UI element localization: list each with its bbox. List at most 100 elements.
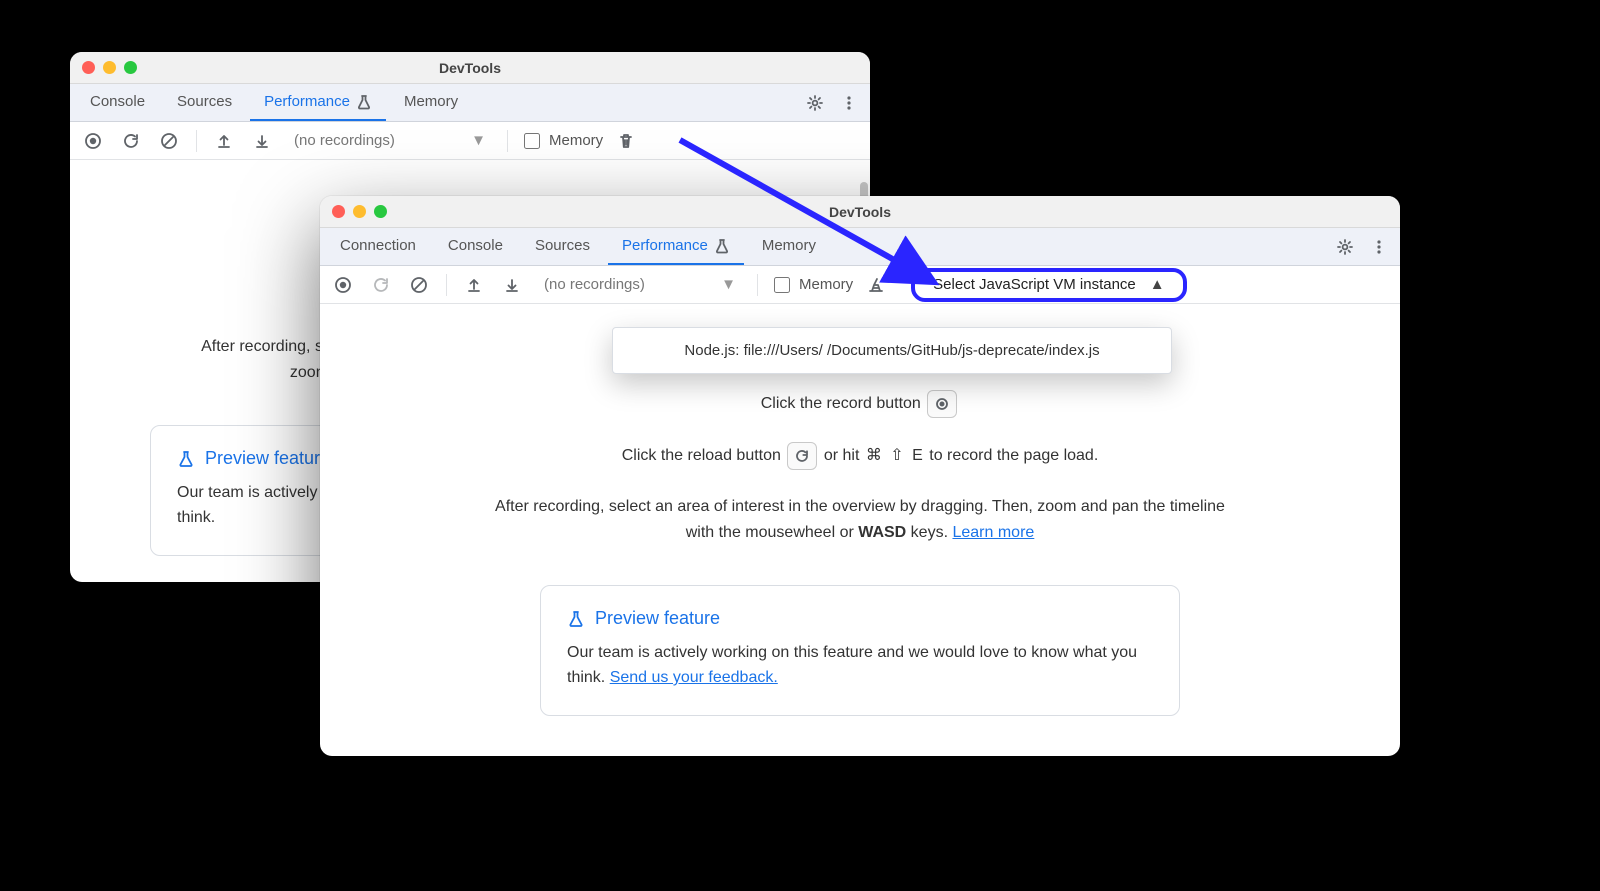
tab-connection[interactable]: Connection (326, 228, 430, 265)
performance-toolbar: (no recordings) ▼ Memory (70, 122, 870, 160)
minimize-window-button[interactable] (353, 205, 366, 218)
window-title: DevTools (70, 60, 870, 76)
wasd-keys: WASD (858, 524, 906, 541)
trash-icon (617, 132, 635, 150)
tab-strip: Connection Console Sources Performance M… (320, 228, 1400, 266)
vm-instance-dropdown: Node.js: file:///Users/ /Documents/GitHu… (612, 327, 1172, 374)
close-window-button[interactable] (82, 61, 95, 74)
tab-sources[interactable]: Sources (163, 84, 246, 121)
learn-more-link[interactable]: Learn more (952, 524, 1034, 541)
flask-icon (567, 610, 585, 628)
vm-instance-select[interactable]: Select JavaScript VM instance ▲ (911, 268, 1186, 302)
tab-label: Connection (340, 237, 416, 254)
tab-label: Memory (762, 237, 816, 254)
key-cmd: ⌘ (866, 445, 882, 465)
settings-button[interactable] (800, 88, 830, 118)
reload-record-button[interactable] (366, 270, 396, 300)
upload-profile-button[interactable] (209, 126, 239, 156)
minimize-window-button[interactable] (103, 61, 116, 74)
download-profile-button[interactable] (497, 270, 527, 300)
chevron-down-icon: ▼ (721, 276, 736, 293)
triangle-up-icon: ▲ (1150, 276, 1165, 293)
clear-icon (160, 132, 178, 150)
download-profile-button[interactable] (247, 126, 277, 156)
reload-icon-keycap (787, 442, 817, 470)
tab-strip: Console Sources Performance Memory (70, 84, 870, 122)
tab-sources[interactable]: Sources (521, 228, 604, 265)
recordings-select-value: (no recordings) (544, 276, 645, 293)
delete-button[interactable] (611, 126, 641, 156)
devtools-window-front: DevTools Connection Console Sources Perf… (320, 196, 1400, 756)
recordings-select-value: (no recordings) (294, 132, 395, 149)
preview-feature-heading-text: Preview feature (595, 608, 720, 629)
tab-label: Sources (177, 93, 232, 110)
tab-label: Console (90, 93, 145, 110)
record-button[interactable] (78, 126, 108, 156)
more-menu-button[interactable] (1364, 232, 1394, 262)
flask-icon (177, 450, 195, 468)
tab-label: Console (448, 237, 503, 254)
memory-checkbox-label: Memory (799, 276, 853, 293)
reload-icon (122, 132, 140, 150)
window-controls (70, 61, 137, 74)
window-title: DevTools (320, 204, 1400, 220)
tab-label: Performance (264, 93, 350, 110)
key-e: E (912, 447, 923, 465)
memory-checkbox[interactable]: Memory (520, 130, 603, 152)
memory-checkbox-input[interactable] (774, 277, 790, 293)
tab-performance[interactable]: Performance (250, 84, 386, 121)
after-recording-hint: After recording, select an area of inter… (490, 494, 1230, 545)
preview-feature-heading: Preview feature (567, 608, 1153, 629)
flask-icon (356, 94, 372, 110)
download-icon (503, 276, 521, 294)
titlebar: DevTools (320, 196, 1400, 228)
kebab-icon (840, 94, 858, 112)
zoom-window-button[interactable] (124, 61, 137, 74)
preview-feature-card: Preview feature Our team is actively wor… (540, 585, 1180, 716)
tab-console[interactable]: Console (434, 228, 517, 265)
gear-icon (1336, 238, 1354, 256)
recordings-select[interactable]: (no recordings) ▼ (535, 272, 745, 298)
record-icon (334, 276, 352, 294)
tab-label: Sources (535, 237, 590, 254)
upload-icon (465, 276, 483, 294)
download-icon (253, 132, 271, 150)
vm-instance-option[interactable]: Node.js: file:///Users/ /Documents/GitHu… (625, 334, 1159, 367)
upload-profile-button[interactable] (459, 270, 489, 300)
clear-button[interactable] (154, 126, 184, 156)
record-hint: Click the record button (356, 390, 1364, 418)
record-icon-keycap (927, 390, 957, 418)
memory-checkbox-input[interactable] (524, 133, 540, 149)
titlebar: DevTools (70, 52, 870, 84)
send-feedback-link[interactable]: Send us your feedback. (610, 669, 778, 686)
tab-memory[interactable]: Memory (748, 228, 830, 265)
window-controls (320, 205, 387, 218)
vm-instance-label: Select JavaScript VM instance (933, 276, 1136, 293)
tab-performance[interactable]: Performance (608, 228, 744, 265)
collect-garbage-button[interactable] (861, 270, 891, 300)
settings-button[interactable] (1330, 232, 1360, 262)
chevron-down-icon: ▼ (471, 132, 486, 149)
more-menu-button[interactable] (834, 88, 864, 118)
upload-icon (215, 132, 233, 150)
clear-button[interactable] (404, 270, 434, 300)
close-window-button[interactable] (332, 205, 345, 218)
performance-toolbar: (no recordings) ▼ Memory Select JavaScri… (320, 266, 1400, 304)
kebab-icon (1370, 238, 1388, 256)
reload-hint: Click the reload button or hit ⌘ ⇧ E to … (356, 442, 1364, 470)
record-icon (84, 132, 102, 150)
record-button[interactable] (328, 270, 358, 300)
tab-label: Performance (622, 237, 708, 254)
memory-checkbox[interactable]: Memory (770, 274, 853, 296)
zoom-window-button[interactable] (374, 205, 387, 218)
tab-console[interactable]: Console (76, 84, 159, 121)
preview-feature-heading-text: Preview feature (205, 448, 330, 469)
tab-label: Memory (404, 93, 458, 110)
recordings-select[interactable]: (no recordings) ▼ (285, 128, 495, 154)
reload-record-button[interactable] (116, 126, 146, 156)
flask-icon (714, 238, 730, 254)
clear-icon (410, 276, 428, 294)
tab-memory[interactable]: Memory (390, 84, 472, 121)
memory-checkbox-label: Memory (549, 132, 603, 149)
key-shift: ⇧ (890, 445, 903, 465)
